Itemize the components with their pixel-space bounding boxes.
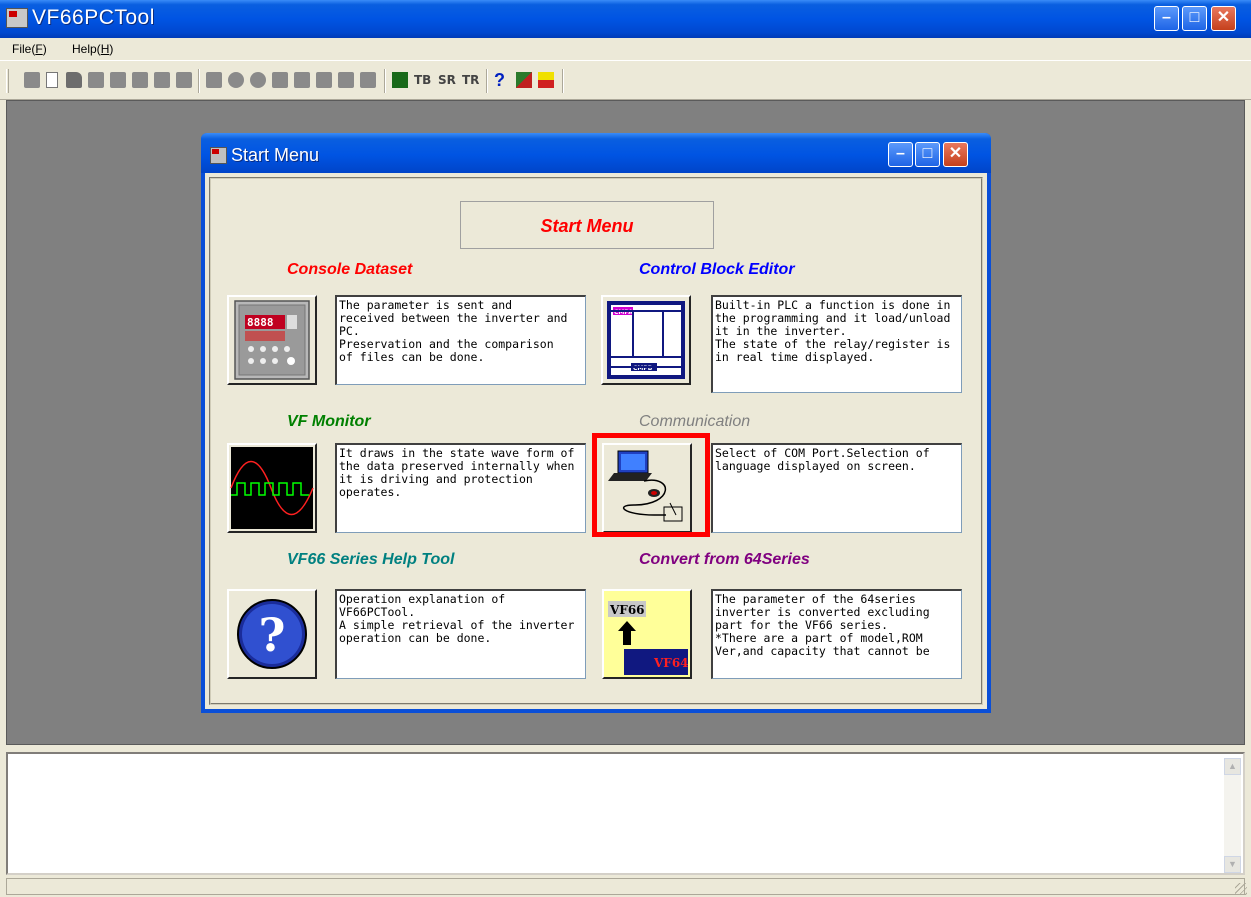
child-maximize-button[interactable]: □ <box>915 142 940 167</box>
menu-file-label-end: ) <box>42 42 47 56</box>
upload-icon[interactable] <box>272 72 288 88</box>
start-menu-window: Start Menu – □ ✕ Start Menu Console Data… <box>201 133 991 713</box>
scroll-down-icon[interactable]: ▼ <box>1224 856 1241 873</box>
close-button[interactable]: ✕ <box>1211 6 1236 31</box>
help-tool-title: VF66 Series Help Tool <box>287 551 455 568</box>
exit-icon[interactable] <box>538 72 554 88</box>
copy-icon[interactable] <box>154 72 170 88</box>
log-output-pane[interactable]: ▲ ▼ <box>6 752 1245 875</box>
toolbar: TB SR TR ? <box>0 60 1251 100</box>
menu-file[interactable]: File(F) <box>12 42 47 56</box>
communication-title: Communication <box>639 413 751 430</box>
console-display-text: 8888 <box>247 316 274 329</box>
convert-title: Convert from 64Series <box>639 551 810 568</box>
child-minimize-button[interactable]: – <box>888 142 913 167</box>
waveform-icon <box>230 447 314 529</box>
window-icon[interactable] <box>210 147 227 164</box>
help-tool-button[interactable]: ? <box>227 589 317 679</box>
scroll-up-icon[interactable]: ▲ <box>1224 758 1241 775</box>
toolbar-separator <box>486 69 488 93</box>
child-close-button[interactable]: ✕ <box>943 142 968 167</box>
console-icon: 8888 <box>234 300 310 380</box>
vf-monitor-description: It draws in the state wave form of the d… <box>335 443 586 533</box>
help-tool-description: Operation explanation of VF66PCTool. A s… <box>335 589 586 679</box>
copy2-icon[interactable] <box>338 72 354 88</box>
ladder-diagram-icon: CMPA CMPB <box>607 301 685 379</box>
download-icon[interactable] <box>294 72 310 88</box>
status-panel <box>6 878 1245 895</box>
console-icon[interactable] <box>24 72 40 88</box>
grid-icon[interactable] <box>206 72 222 88</box>
status-bar <box>0 877 1251 897</box>
app-title: VF66PCTool <box>32 6 155 29</box>
start-menu-body: Start Menu Console Dataset 8888 The para… <box>205 173 987 709</box>
sr-button[interactable]: SR <box>438 73 456 89</box>
save-icon[interactable] <box>110 72 126 88</box>
communication-highlight <box>592 433 710 537</box>
resize-grip-icon[interactable] <box>1235 883 1247 895</box>
toolbar-separator <box>384 69 386 93</box>
monitor-icon[interactable] <box>392 72 408 88</box>
control-block-editor-title: Control Block Editor <box>639 261 795 278</box>
vf-monitor-button[interactable] <box>227 443 317 533</box>
log-scrollbar[interactable]: ▲ ▼ <box>1224 758 1241 873</box>
app-titlebar: VF66PCTool – □ ✕ <box>0 0 1251 38</box>
menu-bar: File(F) Help(H) <box>0 38 1251 59</box>
menu-file-label: File( <box>12 42 36 56</box>
cut-icon[interactable] <box>132 72 148 88</box>
help-circle-icon: ? <box>237 599 307 669</box>
menu-help[interactable]: Help(H) <box>72 42 113 56</box>
console-dataset-title: Console Dataset <box>287 261 413 278</box>
open-icon[interactable] <box>66 72 82 88</box>
maximize-button[interactable]: □ <box>1182 6 1207 31</box>
toolbar-separator <box>198 69 200 93</box>
tb-button[interactable]: TB <box>414 73 431 89</box>
language-icon[interactable] <box>516 72 532 88</box>
console-dataset-description: The parameter is sent and received betwe… <box>335 295 586 385</box>
help-question-mark: ? <box>259 608 286 662</box>
control-block-editor-description: Built-in PLC a function is done in the p… <box>711 295 962 393</box>
paste2-icon[interactable] <box>360 72 376 88</box>
vf64-badge: VF64 <box>653 656 689 670</box>
control-block-editor-button[interactable]: CMPA CMPB <box>601 295 691 385</box>
toolbar-grip[interactable] <box>6 69 9 93</box>
print-icon[interactable] <box>88 72 104 88</box>
convert-icon: VF66 VF64 <box>604 591 690 677</box>
zoom-out-icon[interactable] <box>250 72 266 88</box>
start-menu-titlebar[interactable]: Start Menu – □ ✕ <box>201 133 991 173</box>
toolbar-separator <box>562 69 564 93</box>
vf-monitor-title: VF Monitor <box>287 413 371 430</box>
start-menu-window-title: Start Menu <box>231 145 320 165</box>
convert-button[interactable]: VF66 VF64 <box>602 589 692 679</box>
convert-description: The parameter of the 64series inverter i… <box>711 589 962 679</box>
menu-help-label: Help( <box>72 42 101 56</box>
minimize-button[interactable]: – <box>1154 6 1179 31</box>
communication-description: Select of COM Port.Selection of language… <box>711 443 962 533</box>
new-icon[interactable] <box>46 72 58 88</box>
menu-help-label-end: ) <box>109 42 114 56</box>
menu-file-accel: F <box>35 42 43 56</box>
console-dataset-button[interactable]: 8888 <box>227 295 317 385</box>
app-icon[interactable] <box>6 8 28 28</box>
tr-button[interactable]: TR <box>462 73 479 89</box>
print2-icon[interactable] <box>316 72 332 88</box>
help-icon[interactable]: ? <box>494 70 510 90</box>
start-menu-header: Start Menu <box>460 201 714 249</box>
vf66-badge: VF66 <box>609 603 645 617</box>
paste-icon[interactable] <box>176 72 192 88</box>
start-menu-panel: Start Menu Console Dataset 8888 The para… <box>209 177 983 705</box>
zoom-in-icon[interactable] <box>228 72 244 88</box>
